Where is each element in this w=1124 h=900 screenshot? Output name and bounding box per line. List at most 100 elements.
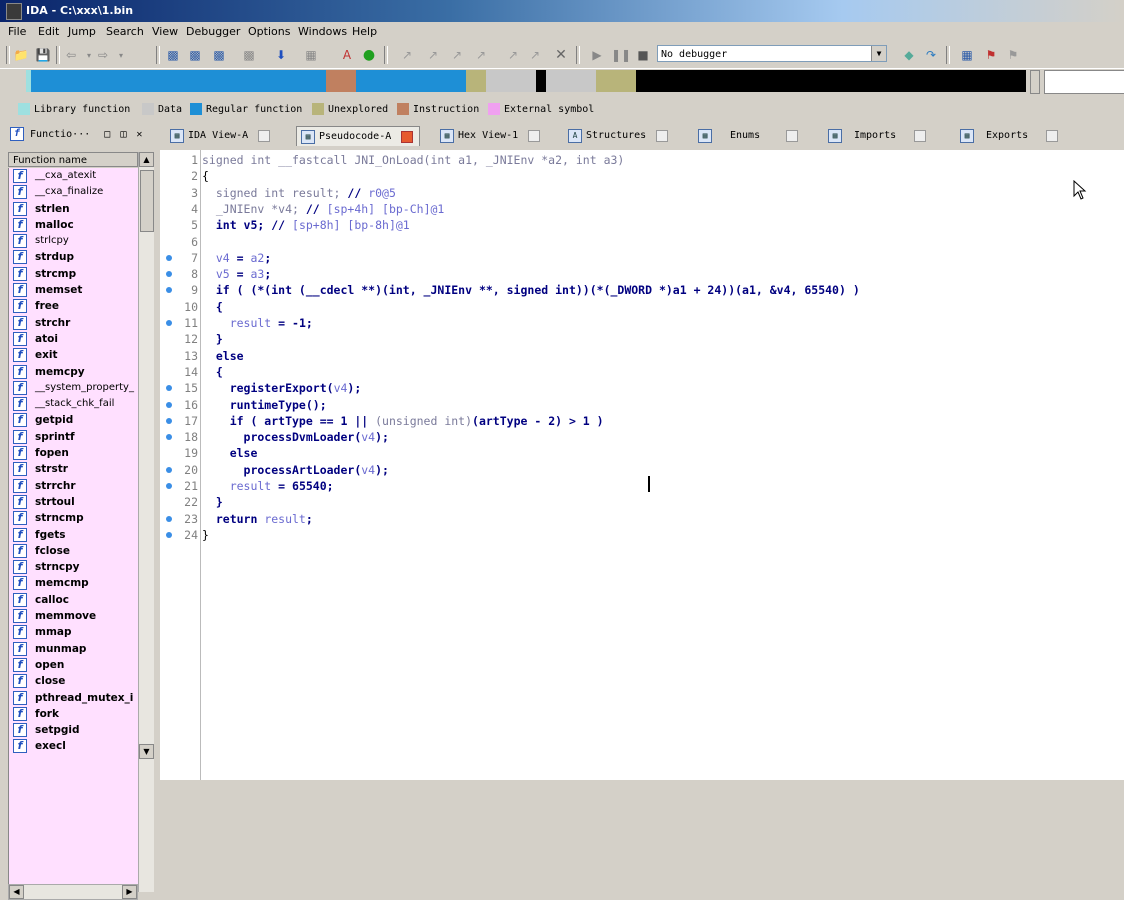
float-icon[interactable]: ◫ bbox=[120, 129, 126, 140]
function-list[interactable]: f __cxa_atexit f __cxa_finalize f strlen f mall… bbox=[8, 168, 139, 884]
function-list-item[interactable]: f atoi bbox=[9, 331, 139, 347]
scroll-left-icon[interactable]: ◀ bbox=[9, 885, 24, 899]
code-line[interactable]: 9 if ( (*(int (__cdecl **)(int, _JNIEnv … bbox=[160, 282, 1124, 298]
code-line[interactable]: 19 else bbox=[160, 445, 1124, 461]
code-line[interactable]: 10 { bbox=[160, 299, 1124, 315]
code-line[interactable]: 12 } bbox=[160, 331, 1124, 347]
function-list-item[interactable]: f setpgid bbox=[9, 722, 139, 738]
horizontal-scrollbar[interactable]: ◀ ▶ bbox=[8, 884, 138, 900]
code-line[interactable]: 4 _JNIEnv *v4; // [sp+4h] [bp-Ch]@1 bbox=[160, 201, 1124, 217]
restore-icon[interactable]: □ bbox=[104, 129, 110, 140]
pause-icon[interactable]: ❚❚ bbox=[611, 46, 631, 64]
nav-right-handle[interactable] bbox=[1030, 70, 1040, 94]
tab-imports[interactable]: ▦ Imports bbox=[824, 126, 942, 146]
function-list-item[interactable]: f fork bbox=[9, 706, 139, 722]
menu-debugger[interactable]: Debugger bbox=[186, 25, 240, 38]
vertical-scrollbar[interactable]: ▲ ▼ bbox=[138, 152, 154, 892]
down-arrow-icon[interactable]: ⬇ bbox=[272, 46, 290, 64]
function-list-item[interactable]: f fopen bbox=[9, 445, 139, 461]
menu-jump[interactable]: Jump bbox=[68, 25, 96, 38]
graph-icon[interactable]: ▩ bbox=[186, 46, 204, 64]
menu-windows[interactable]: Windows bbox=[298, 25, 347, 38]
function-list-item[interactable]: f memcpy bbox=[9, 364, 139, 380]
function-list-item[interactable]: f munmap bbox=[9, 641, 139, 657]
open-file-icon[interactable]: 📁 bbox=[12, 46, 30, 64]
navigation-band[interactable] bbox=[26, 70, 1026, 92]
graph-icon[interactable]: ▩ bbox=[164, 46, 182, 64]
tab-hex-view-1[interactable]: ▦ Hex View-1 bbox=[436, 126, 550, 146]
code-line[interactable]: 15 registerExport(v4); bbox=[160, 380, 1124, 396]
close-tab-icon[interactable] bbox=[656, 130, 669, 142]
breakpoint-dot-icon[interactable] bbox=[166, 320, 172, 326]
function-list-item[interactable]: f mmap bbox=[9, 624, 139, 640]
function-list-item[interactable]: f strstr bbox=[9, 461, 139, 477]
code-line[interactable]: 23 return result; bbox=[160, 511, 1124, 527]
code-line[interactable]: 14 { bbox=[160, 364, 1124, 380]
function-list-item[interactable]: f memmove bbox=[9, 608, 139, 624]
arrow-icon[interactable]: ↗ bbox=[448, 46, 466, 64]
function-list-item[interactable]: f exit bbox=[9, 347, 139, 363]
code-line[interactable]: 2{ bbox=[160, 168, 1124, 184]
close-tab-icon[interactable] bbox=[786, 130, 799, 142]
breakpoint-dot-icon[interactable] bbox=[166, 515, 172, 522]
code-line[interactable]: 16 runtimeType(); bbox=[160, 397, 1124, 413]
code-line[interactable]: 24} bbox=[160, 527, 1124, 543]
code-line[interactable]: 8 v5 = a3; bbox=[160, 266, 1124, 282]
code-line[interactable]: 5 int v5; // [sp+8h] [bp-8h]@1 bbox=[160, 217, 1124, 233]
function-list-item[interactable]: f strlen bbox=[9, 201, 139, 217]
forward-arrow-icon[interactable]: ⇨ bbox=[94, 46, 112, 64]
tab-ida-view-a[interactable]: ▦ IDA View-A bbox=[166, 126, 284, 146]
play-icon[interactable]: ▶ bbox=[588, 46, 606, 64]
menu-help[interactable]: Help bbox=[352, 25, 377, 38]
save-icon[interactable]: 💾 bbox=[34, 46, 52, 64]
close-tab-icon[interactable] bbox=[401, 130, 414, 143]
function-list-item[interactable]: f close bbox=[9, 673, 139, 689]
function-list-item[interactable]: f execl bbox=[9, 738, 139, 754]
function-list-item[interactable]: f __stack_chk_fail bbox=[9, 396, 139, 412]
window-icon[interactable]: ▦ bbox=[958, 46, 976, 64]
function-list-item[interactable]: f memset bbox=[9, 282, 139, 298]
text-view-icon[interactable]: A bbox=[338, 46, 356, 64]
green-circle-icon[interactable]: ● bbox=[360, 46, 378, 64]
code-line[interactable]: 21 result = 65540; bbox=[160, 478, 1124, 494]
arrow-icon[interactable]: ↗ bbox=[504, 46, 522, 64]
function-list-item[interactable]: f pthread_mutex_i bbox=[9, 690, 139, 706]
arrow-icon[interactable]: ↗ bbox=[398, 46, 416, 64]
menu-search[interactable]: Search bbox=[106, 25, 144, 38]
scrollbar-thumb[interactable] bbox=[140, 170, 154, 232]
graph-icon[interactable]: ▩ bbox=[240, 46, 258, 64]
close-tab-icon[interactable] bbox=[258, 130, 271, 142]
function-list-item[interactable]: f sprintf bbox=[9, 429, 139, 445]
close-icon[interactable]: ✕ bbox=[136, 129, 142, 140]
graph-icon[interactable]: ▩ bbox=[210, 46, 228, 64]
debugger-select[interactable]: No debugger ▼ bbox=[657, 45, 887, 62]
tab-structures[interactable]: A Structures bbox=[564, 126, 682, 146]
breakpoint-dot-icon[interactable] bbox=[166, 466, 172, 473]
code-line[interactable]: 6 bbox=[160, 234, 1124, 250]
breakpoint-dot-icon[interactable] bbox=[166, 254, 172, 261]
code-line[interactable]: 7 v4 = a2; bbox=[160, 250, 1124, 266]
function-list-item[interactable]: f calloc bbox=[9, 592, 139, 608]
function-name-header[interactable]: Function name bbox=[8, 152, 138, 167]
back-arrow-icon[interactable]: ⇦ bbox=[62, 46, 80, 64]
debug-icon[interactable]: ◆ bbox=[900, 46, 918, 64]
code-line[interactable]: 18 processDvmLoader(v4); bbox=[160, 429, 1124, 445]
breakpoint-dot-icon[interactable] bbox=[166, 434, 172, 441]
code-line[interactable]: 13 else bbox=[160, 348, 1124, 364]
code-line[interactable]: 17 if ( artType == 1 || (unsigned int)(a… bbox=[160, 413, 1124, 429]
close-tab-icon[interactable] bbox=[914, 130, 927, 142]
forward-dropdown-icon[interactable]: ▾ bbox=[112, 46, 130, 64]
breakpoint-dot-icon[interactable] bbox=[166, 531, 172, 538]
function-list-item[interactable]: f strcmp bbox=[9, 266, 139, 282]
function-list-item[interactable]: f free bbox=[9, 298, 139, 314]
code-line[interactable]: 22 } bbox=[160, 494, 1124, 510]
menu-view[interactable]: View bbox=[152, 25, 178, 38]
function-list-item[interactable]: f __system_property_ bbox=[9, 380, 139, 396]
function-list-item[interactable]: f __cxa_finalize bbox=[9, 184, 139, 200]
arrow-icon[interactable]: ↗ bbox=[424, 46, 442, 64]
function-list-item[interactable]: f fgets bbox=[9, 527, 139, 543]
function-list-item[interactable]: f strlcpy bbox=[9, 233, 139, 249]
close-tab-icon[interactable] bbox=[528, 130, 541, 142]
scroll-down-icon[interactable]: ▼ bbox=[139, 744, 154, 759]
attach-icon[interactable]: ↷ bbox=[922, 46, 940, 64]
